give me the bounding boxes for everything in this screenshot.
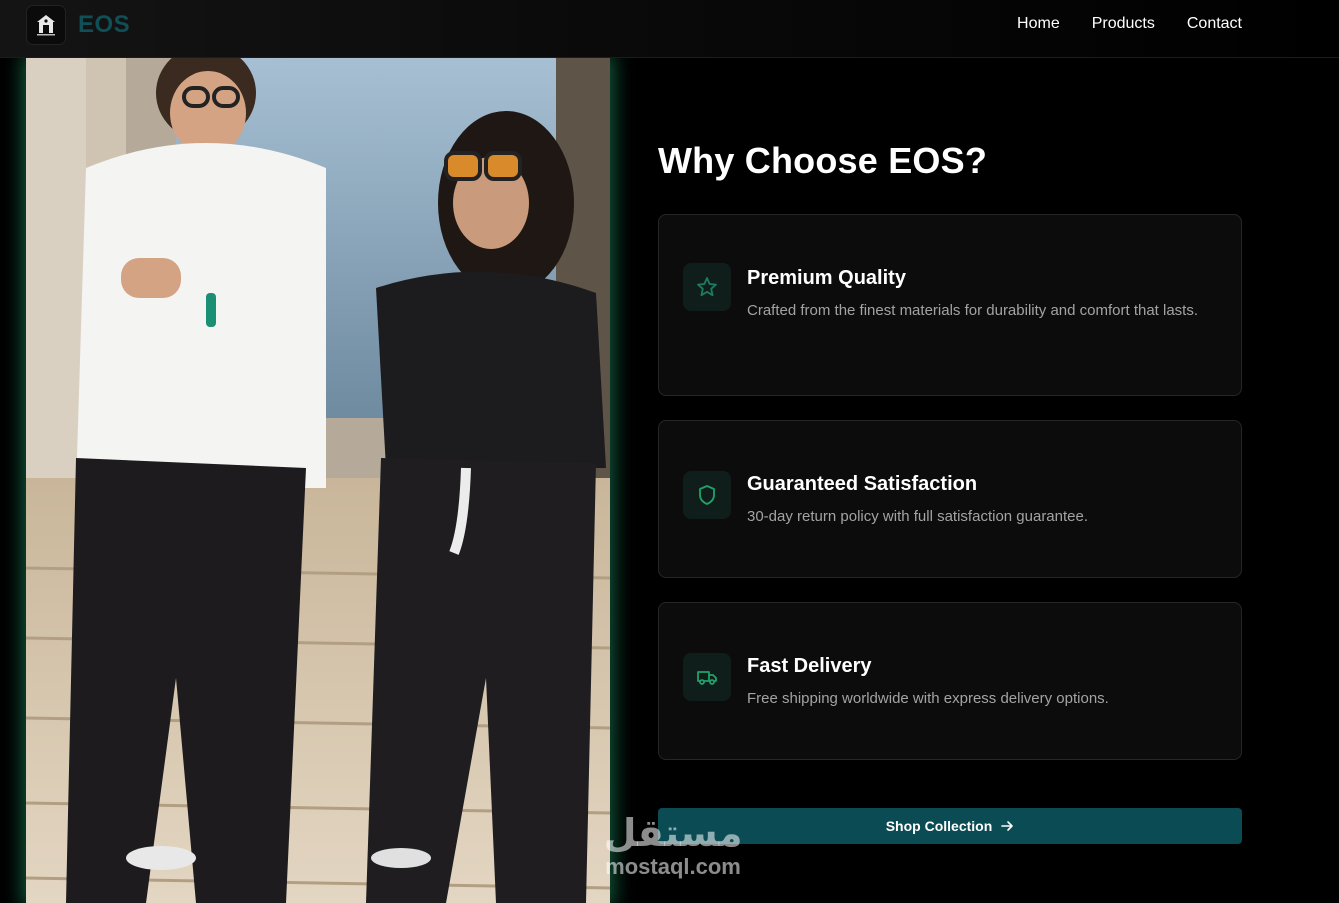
nav-products-link[interactable]: Products <box>1092 15 1155 33</box>
watermark-arabic: مستقل <box>603 811 743 855</box>
feature-title: Fast Delivery <box>747 655 872 677</box>
brand-logo[interactable] <box>26 5 66 45</box>
arrow-right-icon <box>1001 821 1014 831</box>
models-photo-illustration <box>26 58 610 903</box>
feature-card-guaranteed-satisfaction: Guaranteed Satisfaction 30-day return po… <box>658 420 1242 578</box>
feature-description: Crafted from the finest materials for du… <box>747 302 1199 319</box>
logo-emblem-icon <box>31 10 61 40</box>
feature-description: Free shipping worldwide with express del… <box>747 690 1109 707</box>
brand-name[interactable]: EOS <box>78 11 130 39</box>
section-heading: Why Choose EOS? <box>658 140 988 181</box>
nav-home-link[interactable]: Home <box>1017 15 1060 33</box>
feature-description: 30-day return policy with full satisfact… <box>747 508 1089 525</box>
feature-title: Guaranteed Satisfaction <box>747 473 978 495</box>
star-icon <box>683 263 731 311</box>
feature-card-fast-delivery: Fast Delivery Free shipping worldwide wi… <box>658 602 1242 760</box>
watermark-latin: mostaql.com <box>605 854 741 879</box>
hero-photo <box>26 58 610 903</box>
shield-icon <box>683 471 731 519</box>
feature-title: Premium Quality <box>747 267 906 289</box>
navbar: EOS Home Products Contact <box>0 0 1339 58</box>
nav-links: Home Products Contact <box>1017 15 1242 33</box>
watermark: مستقل mostaql.com <box>588 812 758 880</box>
truck-icon <box>683 653 731 701</box>
feature-card-premium-quality: Premium Quality Crafted from the finest … <box>658 214 1242 396</box>
shop-collection-label: Shop Collection <box>885 818 993 834</box>
nav-contact-link[interactable]: Contact <box>1187 15 1242 33</box>
